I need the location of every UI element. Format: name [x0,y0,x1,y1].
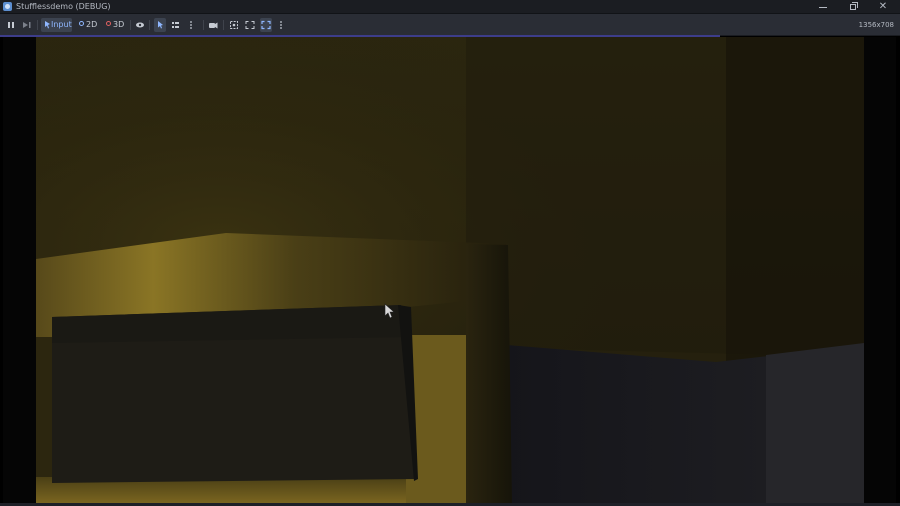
toolbar-separator [203,20,204,30]
fit-view-button[interactable] [228,18,240,32]
toolbar-separator [149,20,150,30]
view-3d-dot-icon [106,21,111,26]
view-2d-label: 2D [86,20,98,29]
pause-button[interactable] [6,18,16,32]
close-button[interactable]: ✕ [868,0,898,14]
input-label: Input [51,20,72,29]
list-icon [172,22,179,28]
far-wall-shade [726,37,864,362]
pause-icon [8,22,14,28]
fullscreen-icon [261,20,271,30]
close-icon: ✕ [878,1,888,12]
app-logo-icon [3,2,12,11]
floor-right [766,343,864,503]
camera-icon [209,22,218,29]
toolbar-separator [130,20,131,30]
restore-button[interactable] [838,0,868,14]
expand-view-button[interactable] [244,18,256,32]
scene-render [36,37,864,503]
toolbar-separator [37,20,38,30]
step-forward-button[interactable] [21,18,33,32]
game-viewport[interactable] [3,37,896,503]
game-window: Stufflessdemo (DEBUG) ✕ Input 2D 3D 1356… [0,0,900,506]
view-3d-button[interactable]: 3D [103,18,127,32]
toolbar-separator [223,20,224,30]
title-bar[interactable]: Stufflessdemo (DEBUG) ✕ [0,0,900,14]
game-scene[interactable] [36,37,864,503]
window-title: Stufflessdemo (DEBUG) [16,2,111,11]
expand-icon [245,21,255,29]
fit-view-icon [230,21,238,29]
view-2d-button[interactable]: 2D [76,18,100,32]
view-3d-label: 3D [113,20,125,29]
minimize-icon [819,7,827,8]
restore-icon [850,4,856,10]
view-2d-dot-icon [79,21,84,26]
more-vertical-icon [280,21,282,29]
select-mode-button[interactable] [154,18,166,32]
more-options-button[interactable] [186,18,196,32]
more-options-button-2[interactable] [277,18,285,32]
box-side [466,244,512,503]
camera-override-button[interactable] [207,18,219,32]
minimize-button[interactable] [808,0,838,14]
eye-icon [136,22,144,28]
debug-toolbar: Input 2D 3D 1356x708 [0,14,900,36]
resolution-readout: 1356x708 [858,21,894,29]
pointer-icon [45,21,50,29]
fullscreen-button[interactable] [260,18,272,32]
step-forward-icon [23,22,31,28]
list-select-button[interactable] [170,18,182,32]
select-cursor-icon [157,21,163,29]
visibility-button[interactable] [134,18,146,32]
input-toggle-button[interactable]: Input [41,18,72,32]
more-vertical-icon [190,21,192,29]
